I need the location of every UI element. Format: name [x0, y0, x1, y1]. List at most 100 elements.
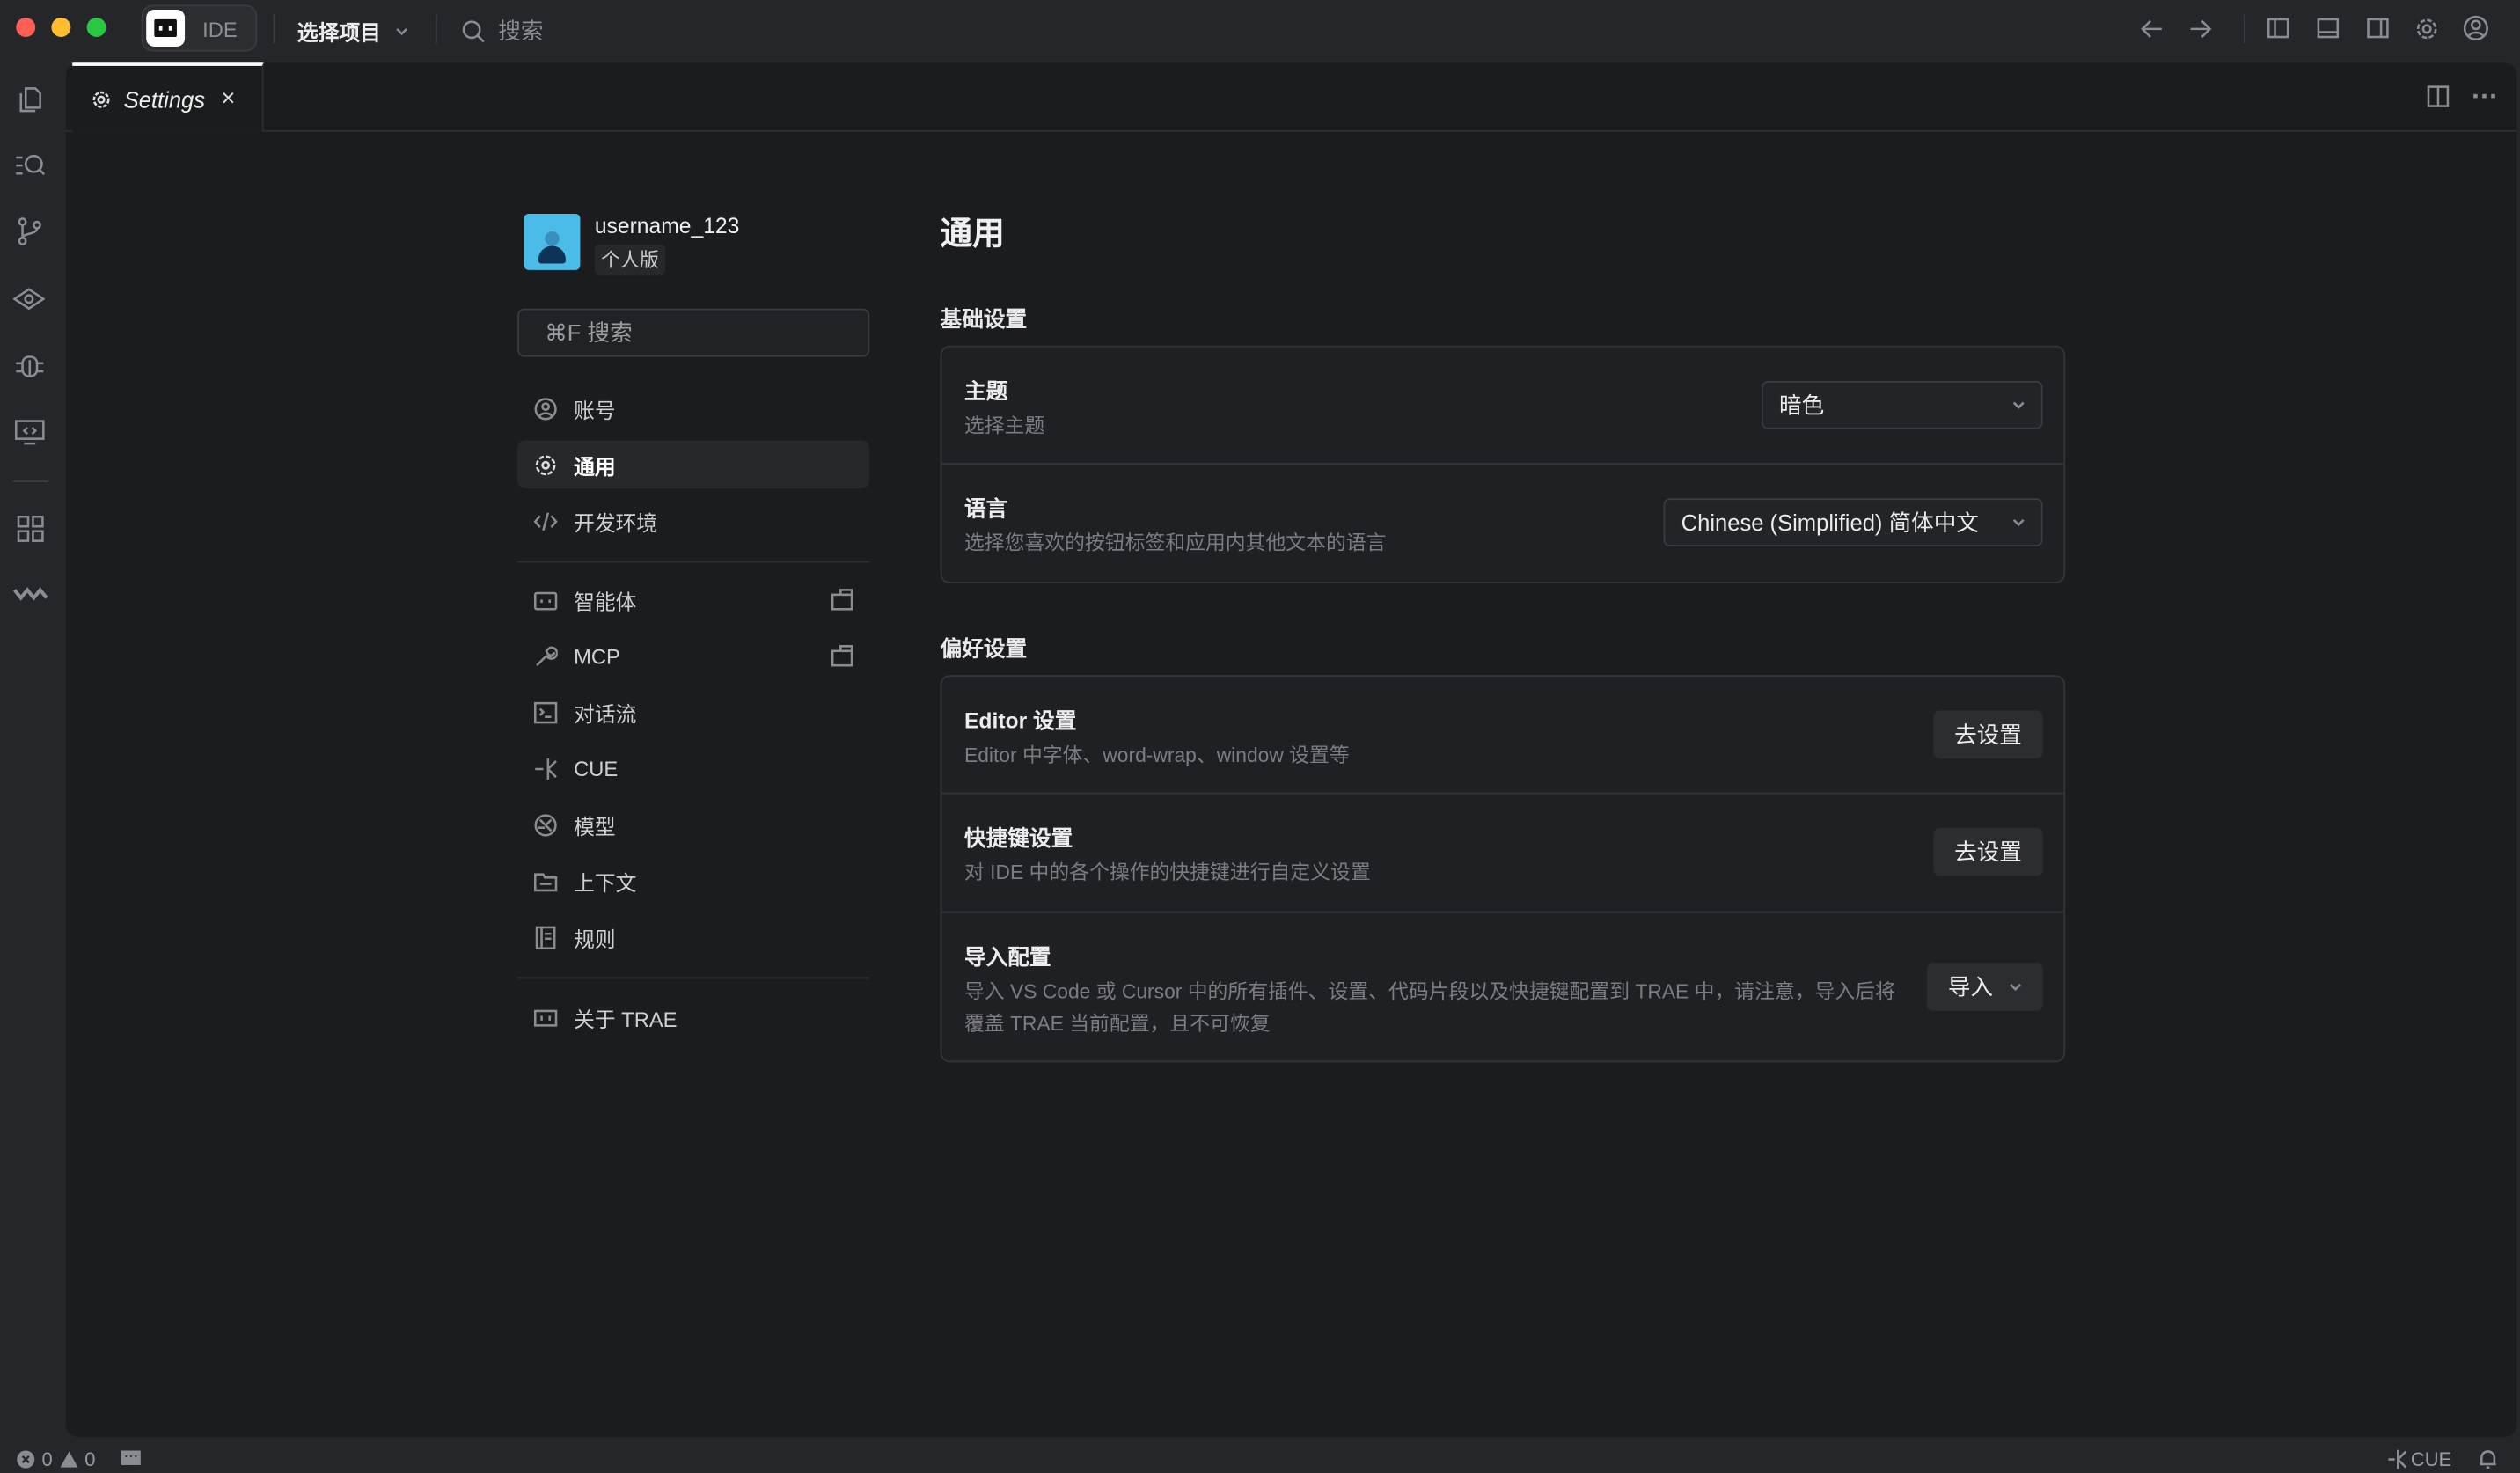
more-actions-icon[interactable] — [2472, 93, 2497, 99]
nav-item-account[interactable]: 账号 — [517, 385, 869, 433]
agent-icon — [533, 588, 557, 612]
settings-search-input[interactable]: ⌘F 搜索 — [517, 309, 869, 357]
button-label: 去设置 — [1954, 718, 2022, 751]
setting-row-import: 导入配置 导入 VS Code 或 Cursor 中的所有插件、设置、代码片段以… — [941, 913, 2063, 1061]
nav-item-context[interactable]: 上下文 — [517, 857, 869, 905]
gear-icon — [92, 89, 111, 108]
toggle-right-panel-icon[interactable] — [2366, 16, 2392, 41]
page-title: 通用 — [941, 208, 1005, 254]
close-tab-button[interactable]: × — [221, 85, 235, 113]
source-control-icon[interactable] — [16, 217, 45, 246]
toggle-bottom-panel-icon[interactable] — [2316, 16, 2341, 41]
section-heading-preferences: 偏好设置 — [941, 630, 1028, 663]
toggle-left-panel-icon[interactable] — [2267, 16, 2292, 41]
setting-title: 主题 — [964, 373, 1007, 406]
gear-icon[interactable] — [2414, 16, 2440, 41]
nav-item-dev-env[interactable]: 开发环境 — [517, 496, 869, 545]
avatar — [524, 214, 580, 270]
remote-icon[interactable] — [14, 418, 47, 447]
warning-count: 0 — [84, 1448, 95, 1471]
wrench-icon — [533, 644, 557, 668]
nav-item-models[interactable]: 模型 — [517, 801, 869, 849]
tab-bar: Settings × — [66, 62, 2517, 132]
nav-label: 通用 — [574, 450, 616, 480]
setting-title: 导入配置 — [964, 939, 1051, 971]
back-arrow-icon[interactable] — [2139, 16, 2165, 41]
keyboard-icon[interactable] — [121, 1450, 142, 1468]
nav-label: 开发环境 — [574, 505, 657, 536]
nav-label: 账号 — [574, 393, 616, 424]
warning-icon — [59, 1450, 78, 1469]
select-value: 暗色 — [1779, 389, 1824, 421]
preview-icon[interactable] — [13, 286, 46, 311]
account-icon[interactable] — [2462, 14, 2489, 41]
title-bar: IDE 选择项目 搜索 — [0, 0, 2520, 61]
keybinding-settings-button[interactable]: 去设置 — [1933, 828, 2042, 876]
maximize-window-button[interactable] — [87, 18, 106, 37]
chevron-down-icon — [2012, 399, 2026, 412]
setting-title: Editor 设置 — [964, 702, 1076, 735]
nav-item-mcp[interactable]: MCP — [517, 632, 869, 680]
button-label: 去设置 — [1954, 836, 2022, 868]
forward-arrow-icon[interactable] — [2187, 16, 2213, 41]
setting-description: 选择主题 — [964, 410, 1044, 443]
project-selector[interactable]: 选择项目 — [297, 16, 410, 47]
nav-label: 上下文 — [574, 866, 636, 897]
nav-item-conversation-flow[interactable]: 对话流 — [517, 688, 869, 736]
notification-bell-icon[interactable] — [2479, 1448, 2498, 1469]
tab-label: Settings — [124, 86, 205, 112]
app-switcher[interactable]: IDE — [142, 4, 258, 51]
nav-item-general[interactable]: 通用 — [517, 440, 869, 488]
external-link-icon[interactable] — [831, 644, 853, 667]
setting-row-keybindings: 快捷键设置 对 IDE 中的各个操作的快捷键进行自定义设置 去设置 — [941, 794, 2063, 912]
gear-icon — [533, 452, 557, 476]
nav-item-rules[interactable]: 规则 — [517, 913, 869, 962]
import-dropdown-button[interactable]: 导入 — [1927, 963, 2043, 1011]
section-heading-basic: 基础设置 — [941, 301, 1028, 333]
model-icon — [533, 812, 557, 836]
editor-settings-button[interactable]: 去设置 — [1933, 710, 2042, 758]
explorer-icon[interactable] — [16, 85, 45, 114]
split-editor-icon[interactable] — [2427, 85, 2450, 108]
setting-description: Editor 中字体、word-wrap、window 设置等 — [964, 739, 1350, 772]
debug-icon[interactable] — [14, 350, 47, 379]
setting-title: 语言 — [964, 490, 1007, 523]
setting-description: 对 IDE 中的各个操作的快捷键进行自定义设置 — [964, 857, 1371, 890]
theme-select[interactable]: 暗色 — [1762, 381, 2043, 429]
trae-logo-icon — [533, 1006, 557, 1030]
chevron-down-icon — [2009, 980, 2022, 993]
minimize-window-button[interactable] — [51, 18, 70, 37]
language-select[interactable]: Chinese (Simplified) 简体中文 — [1664, 498, 2043, 546]
terminal-icon — [533, 700, 557, 723]
nav-item-about[interactable]: 关于 TRAE — [517, 993, 869, 1042]
nav-item-cue[interactable]: CUE — [517, 744, 869, 793]
nav-label: 规则 — [574, 922, 616, 953]
external-link-icon[interactable] — [831, 589, 853, 612]
nav-label: 智能体 — [574, 584, 636, 615]
setting-row-language: 语言 选择您喜欢的按钮标签和应用内其他文本的语言 Chinese (Simpli… — [941, 465, 2063, 582]
basic-settings-card: 主题 选择主题 暗色 语言 选择您喜欢的按钮标签和应用内其他文本的语言 Chin… — [941, 346, 2066, 583]
nav-item-agents[interactable]: 智能体 — [517, 575, 869, 624]
button-label: 导入 — [1948, 971, 1993, 1003]
chevron-down-icon — [394, 23, 410, 39]
global-search[interactable]: 搜索 — [461, 14, 543, 47]
status-bar: 0 0 CUE — [0, 1440, 2520, 1473]
setting-row-editor: Editor 设置 Editor 中字体、word-wrap、window 设置… — [941, 677, 2063, 794]
search-placeholder: ⌘F 搜索 — [545, 317, 632, 349]
extensions-icon[interactable] — [16, 515, 45, 544]
chevron-down-icon — [2012, 516, 2026, 529]
problems-indicator[interactable]: 0 0 — [16, 1448, 95, 1471]
setting-row-theme: 主题 选择主题 暗色 — [941, 348, 2063, 465]
account-icon — [533, 396, 557, 420]
project-label: 选择项目 — [297, 16, 381, 47]
close-window-button[interactable] — [16, 18, 35, 37]
tab-settings[interactable]: Settings × — [72, 62, 263, 132]
nav-label: 对话流 — [574, 697, 636, 728]
setting-description: 导入 VS Code 或 Cursor 中的所有插件、设置、代码片段以及快捷键配… — [964, 976, 1913, 1040]
trae-agent-icon[interactable] — [13, 585, 48, 601]
error-icon — [16, 1450, 35, 1469]
cue-label: CUE — [2411, 1448, 2451, 1471]
cue-status[interactable]: CUE — [2388, 1448, 2451, 1471]
search-panel-icon[interactable] — [14, 151, 47, 180]
trae-logo-icon — [146, 10, 185, 47]
